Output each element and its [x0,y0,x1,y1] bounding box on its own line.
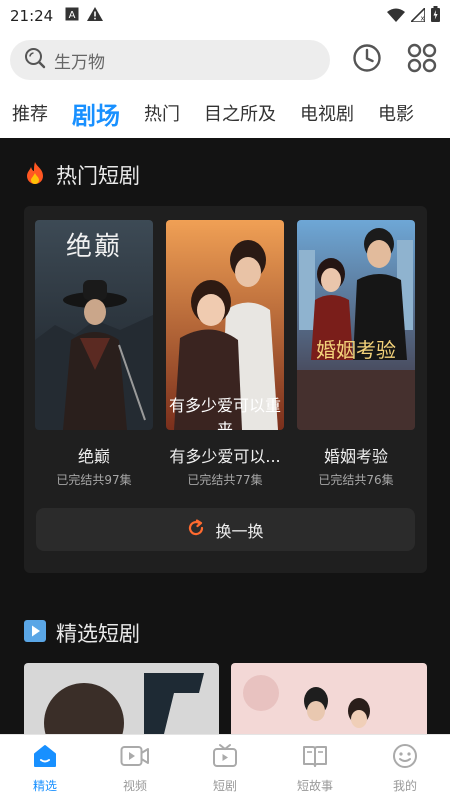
drama-meta-1: 已完结共97集 [56,473,132,487]
nav-short-drama[interactable]: 短剧 [180,735,270,800]
selected-poster-2[interactable] [231,663,427,734]
wifi-icon [387,7,405,26]
nav-video[interactable]: 视频 [90,735,180,800]
tab-movies[interactable]: 电影 [378,100,414,126]
status-right-icons: x [387,5,440,26]
selected-section-header: 精选短剧 [0,618,140,648]
drama-poster-2[interactable]: 有多少爱可以重来 [166,220,284,430]
search-icon [24,47,46,73]
book-icon [302,743,328,773]
tab-theater[interactable]: 剧场 [72,96,120,131]
home-icon [32,743,58,773]
drama-meta-3: 已完结共76集 [318,473,394,487]
tab-hot[interactable]: 热门 [144,100,180,126]
status-bar: 21:24 A x [0,0,450,32]
swap-label: 换一换 [215,521,264,541]
play-icon [24,620,46,646]
swap-button[interactable]: 换一换 [36,508,415,551]
nav-short-story-label: 短故事 [296,779,333,793]
drama-name-3[interactable]: 婚姻考验 [286,443,426,467]
tv-icon [212,743,238,773]
history-button[interactable] [350,42,385,78]
smile-icon [392,743,418,773]
video-icon [120,743,150,773]
fire-icon [24,161,46,189]
categories-button[interactable] [405,42,440,78]
tab-tv-series[interactable]: 电视剧 [300,100,354,126]
main-content: 热门短剧 绝巅 绝巅 已完结共97集 有多少爱可以重来 有多少爱可以... 已完… [0,138,450,734]
warning-icon [87,7,104,25]
clock-icon [352,43,382,77]
selected-section-title: 精选短剧 [56,622,140,646]
drama-poster-1[interactable]: 绝巅 [35,220,153,430]
search-row: 生万物 [0,36,450,84]
poster-3-title: 婚姻考验 [316,338,396,362]
status-time: 21:24 [10,7,54,25]
hot-section-header: 热门短剧 [0,160,140,190]
tab-recommend[interactable]: 推荐 [12,100,48,126]
tab-mu-zhi-suo-ji[interactable]: 目之所及 [204,100,276,126]
drama-name-2[interactable]: 有多少爱可以... [155,443,295,467]
bottom-nav: 精选 视频 短剧 短故事 我的 [0,734,450,800]
signal-icon: x [409,5,426,26]
nav-short-drama-label: 短剧 [212,779,237,793]
hot-section-title: 热门短剧 [56,164,140,188]
drama-poster-3[interactable]: 婚姻考验 [297,220,415,430]
nav-video-label: 视频 [122,779,147,793]
drama-meta-2: 已完结共77集 [187,473,263,487]
nav-short-story[interactable]: 短故事 [270,735,360,800]
nav-featured[interactable]: 精选 [0,735,90,800]
poster-1-title: 绝巅 [65,232,122,262]
nav-profile[interactable]: 我的 [360,735,450,800]
category-tabs: 推荐 剧场 热门 目之所及 电视剧 电影 [0,88,450,138]
selected-poster-1[interactable] [24,663,219,734]
nav-featured-label: 精选 [32,779,57,793]
refresh-icon [187,518,205,541]
search-input[interactable]: 生万物 [10,40,330,80]
a-notification-icon: A [65,7,79,25]
nav-profile-label: 我的 [392,779,417,793]
svg-text:A: A [69,10,76,21]
drama-name-1[interactable]: 绝巅 [24,443,164,467]
poster-2-title: 有多少爱可以重来 [168,396,281,430]
search-placeholder: 生万物 [54,52,105,73]
grid-icon [406,42,438,78]
svg-text:x: x [421,14,425,22]
battery-icon [431,6,440,26]
hot-dramas-card: 绝巅 绝巅 已完结共97集 有多少爱可以重来 有多少爱可以... 已完结共77集 [24,206,427,573]
